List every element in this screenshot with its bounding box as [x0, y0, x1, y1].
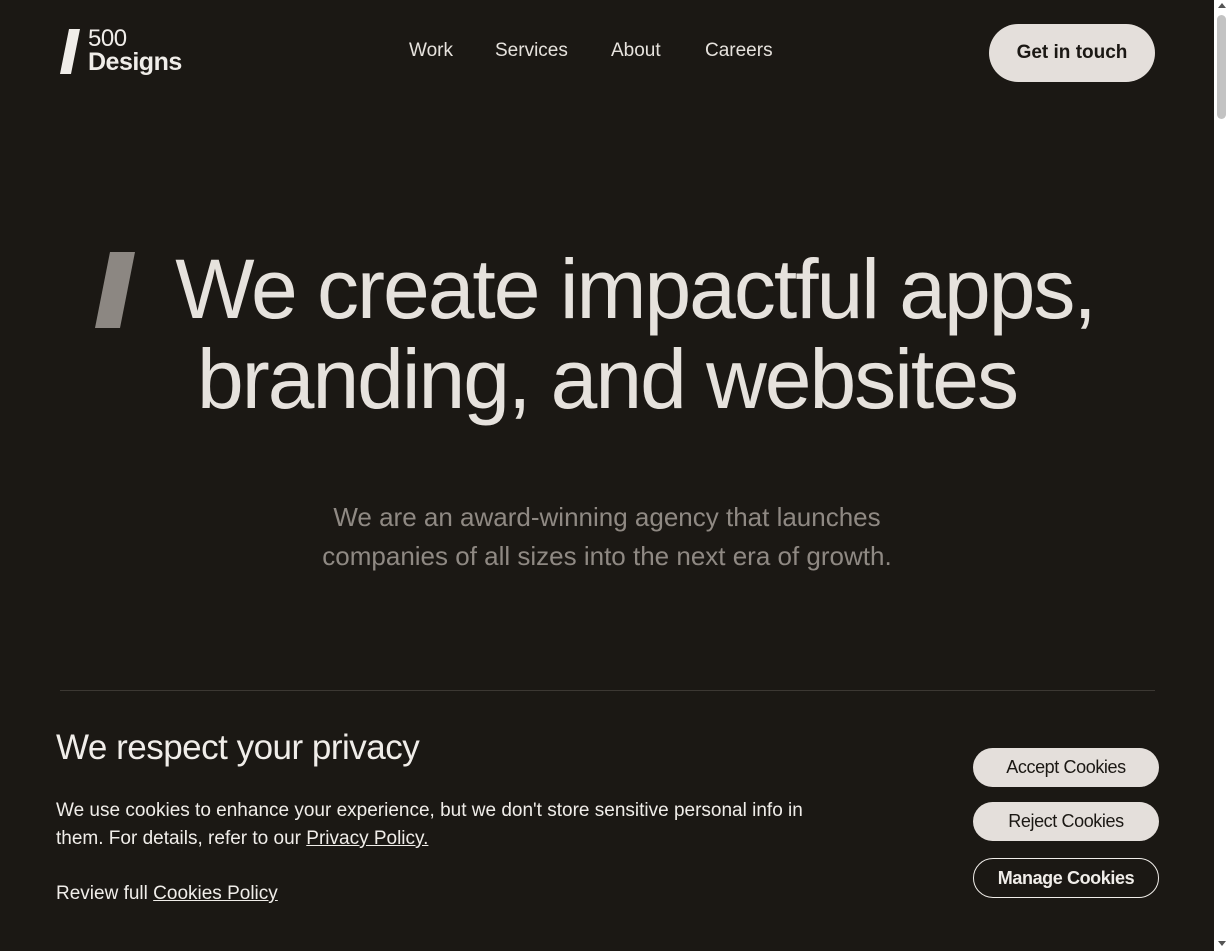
- hero-subtitle-line-2: companies of all sizes into the next era…: [322, 541, 892, 571]
- nav-work[interactable]: Work: [409, 40, 453, 62]
- hero-title-line-1: We create impactful apps,: [175, 242, 1097, 336]
- section-divider: [60, 690, 1155, 691]
- reject-cookies-button[interactable]: Reject Cookies: [973, 802, 1159, 841]
- nav-services[interactable]: Services: [495, 40, 568, 62]
- cookie-title: We respect your privacy: [56, 728, 420, 767]
- nav-about[interactable]: About: [611, 40, 661, 62]
- scroll-down-arrow-icon[interactable]: [1218, 941, 1226, 946]
- page: 500 Designs Work Services About Careers …: [0, 0, 1214, 951]
- get-in-touch-button[interactable]: Get in touch: [989, 24, 1155, 82]
- scrollbar-thumb[interactable]: [1217, 15, 1226, 119]
- accept-cookies-button[interactable]: Accept Cookies: [973, 748, 1159, 787]
- manage-cookies-button[interactable]: Manage Cookies: [973, 858, 1159, 898]
- cookie-review-text: Review full: [56, 883, 148, 904]
- hero-subtitle-line-1: We are an award-winning agency that laun…: [333, 502, 881, 532]
- nav-careers[interactable]: Careers: [705, 40, 773, 62]
- cookie-banner: We respect your privacy We use cookies t…: [0, 700, 1214, 951]
- privacy-policy-link[interactable]: Privacy Policy.: [306, 828, 428, 849]
- vertical-scrollbar[interactable]: [1214, 0, 1230, 951]
- cookie-review: Review full Cookies Policy: [56, 880, 278, 908]
- hero-title-line-2: branding, and websites: [197, 332, 1019, 426]
- scroll-up-arrow-icon[interactable]: [1218, 3, 1226, 8]
- cookie-description-text: We use cookies to enhance your experienc…: [56, 800, 803, 849]
- cookie-description: We use cookies to enhance your experienc…: [56, 797, 816, 853]
- brand-logo[interactable]: 500 Designs: [60, 27, 200, 77]
- logo-slash-icon: [60, 29, 80, 74]
- cookies-policy-link[interactable]: Cookies Policy: [153, 883, 278, 904]
- logo-wordmark: Designs: [88, 48, 182, 76]
